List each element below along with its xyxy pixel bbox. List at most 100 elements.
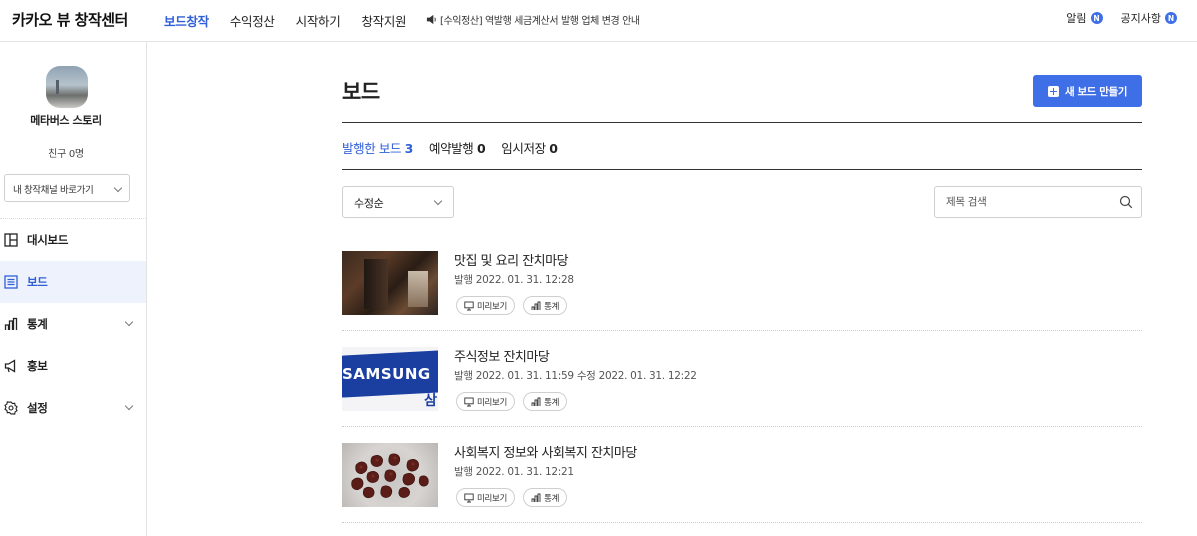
notice-label: 공지사항 [1120,12,1161,25]
bar-chart-icon [531,301,541,310]
bar-chart-icon [531,397,541,406]
board-row[interactable]: SAMSUNG 삼 주식정보 잔치마당 발행 2022. 01. 31. 11:… [342,338,1142,434]
board-thumbnail[interactable]: SAMSUNG 삼 [342,347,438,411]
board-row[interactable]: 맛집 및 요리 잔치마당 발행 2022. 01. 31. 12:28 미리보기… [342,242,1142,338]
stats-button[interactable]: 통계 [523,488,568,507]
board-meta: 발행 2022. 01. 31. 11:59 수정 2022. 01. 31. … [454,370,697,382]
chocolates-image [351,453,429,499]
channel-name: 메타버스 스토리 [30,114,102,127]
board-row[interactable]: 사회복지 정보와 사회복지 잔치마당 발행 2022. 01. 31. 12:2… [342,434,1142,530]
tab-published[interactable]: 발행한 보드 3 [342,138,413,157]
sidebar-item-stats[interactable]: 통계 [0,303,146,345]
utility-links: 알림 N 공지사항 N [1066,10,1177,26]
thumbnail-logo-text: SAMSUNG [342,365,431,383]
page-title: 보드 [342,80,380,104]
board-tabs: 발행한 보드 3 예약발행 0 임시저장 0 [342,138,558,157]
preview-button[interactable]: 미리보기 [456,392,516,411]
board-meta: 발행 2022. 01. 31. 12:21 [454,466,574,478]
alarm-link[interactable]: 알림 N [1066,10,1103,26]
monitor-icon [464,301,474,310]
preview-button[interactable]: 미리보기 [456,296,516,315]
tab-label: 예약발행 [428,141,474,156]
title-search [934,186,1142,218]
stats-label: 통계 [544,397,560,408]
preview-label: 미리보기 [477,397,508,408]
sidebar-item-label: 홍보 [27,359,48,373]
nav-getting-started[interactable]: 시작하기 [296,11,341,30]
row-divider [342,522,1142,523]
board-actions: 미리보기 통계 [456,392,568,411]
channel-select[interactable]: 내 창작채널 바로가기 [4,174,130,202]
sidebar-item-label: 보드 [27,275,48,289]
sort-select[interactable]: 수정순 [342,186,454,218]
board-list-icon [4,275,18,289]
sidebar-menu: 대시보드 보드 통계 홍보 설정 [0,219,146,429]
row-divider [342,330,1142,331]
search-icon[interactable] [1119,195,1133,209]
section-divider [342,169,1142,170]
friends-count: 친구 0명 [48,149,84,160]
megaphone-icon [4,359,16,373]
stats-button[interactable]: 통계 [523,296,568,315]
new-board-button[interactable]: 새 보드 만들기 [1033,75,1142,107]
top-bar: 카카오 뷰 창작센터 보드창작 수익정산 시작하기 창작지원 [수익정산] 역발… [0,0,1197,42]
new-board-label: 새 보드 만들기 [1064,85,1128,98]
notice-ticker[interactable]: [수익정산] 역발행 세금계산서 발행 업체 변경 안내 [426,12,640,27]
nav-creator-support[interactable]: 창작지원 [361,11,406,30]
bar-chart-icon [531,493,541,502]
search-input[interactable] [946,187,1116,217]
sort-label: 수정순 [354,197,384,210]
thumbnail-logo-text: 삼 [424,393,437,409]
stats-label: 통계 [544,301,560,312]
channel-avatar[interactable] [46,66,88,108]
nav-revenue[interactable]: 수익정산 [230,11,275,30]
board-title[interactable]: 맛집 및 요리 잔치마당 [454,250,569,269]
chevron-down-icon [124,317,134,327]
sidebar-item-dashboard[interactable]: 대시보드 [0,219,146,261]
tab-count: 0 [476,141,486,156]
board-actions: 미리보기 통계 [456,488,568,507]
preview-label: 미리보기 [477,493,508,504]
sidebar-item-label: 설정 [27,401,48,415]
channel-select-label: 내 창작채널 바로가기 [13,185,94,196]
new-badge: N [1165,12,1177,24]
preview-button[interactable]: 미리보기 [456,488,516,507]
chevron-down-icon [124,401,134,411]
thumbnail-detail [364,259,388,309]
chevron-down-icon [113,183,123,193]
row-divider [342,426,1142,427]
board-title[interactable]: 사회복지 정보와 사회복지 잔치마당 [454,442,637,461]
tab-drafts[interactable]: 임시저장 0 [501,138,558,157]
sidebar-item-settings[interactable]: 설정 [0,387,146,429]
board-thumbnail[interactable] [342,443,438,507]
tab-count: 0 [549,141,558,156]
sidebar-item-promotion[interactable]: 홍보 [0,345,146,387]
tab-scheduled[interactable]: 예약발행 0 [428,138,486,157]
nav-board-create[interactable]: 보드창작 [164,11,209,30]
plus-icon [1047,85,1059,97]
stats-button[interactable]: 통계 [523,392,568,411]
new-badge: N [1090,12,1103,24]
board-title[interactable]: 주식정보 잔치마당 [454,346,550,365]
global-nav: 보드창작 수익정산 시작하기 창작지원 [164,11,407,30]
sidebar-item-label: 대시보드 [27,233,69,247]
gear-icon [4,401,18,415]
board-actions: 미리보기 통계 [456,296,568,315]
speaker-icon [426,14,436,25]
monitor-icon [464,493,474,502]
board-meta: 발행 2022. 01. 31. 12:28 [454,274,574,286]
monitor-icon [464,397,474,406]
section-divider [342,122,1142,123]
alarm-label: 알림 [1066,12,1087,25]
board-thumbnail[interactable] [342,251,438,315]
bar-chart-icon [4,317,18,330]
brand-logo[interactable]: 카카오 뷰 창작센터 [12,9,128,30]
chevron-down-icon [433,196,443,206]
notice-link[interactable]: 공지사항 N [1121,10,1177,26]
tab-count: 3 [404,141,414,156]
sidebar-item-board[interactable]: 보드 [0,261,146,303]
tab-label: 발행한 보드 [342,141,402,156]
notice-text: [수익정산] 역발행 세금계산서 발행 업체 변경 안내 [440,16,640,27]
tab-label: 임시저장 [501,141,546,156]
stats-label: 통계 [544,493,560,504]
